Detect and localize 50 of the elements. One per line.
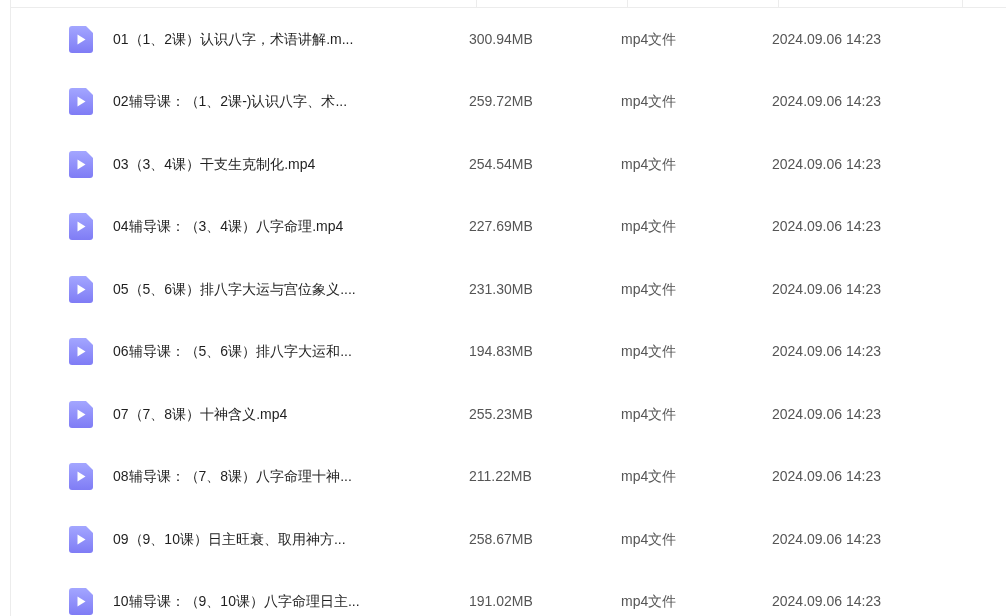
file-name[interactable]: 09（9、10课）日主旺衰、取用神方... [113,530,346,547]
video-file-icon [69,588,93,616]
file-size: 300.94MB [469,30,533,47]
file-name[interactable]: 02辅导课：（1、2课-)认识八字、术... [113,93,348,110]
file-type: mp4文件 [621,155,677,172]
file-size: 259.72MB [469,93,533,110]
file-name[interactable]: 07（7、8课）十神含义.mp4 [113,405,288,422]
video-file-icon [69,88,93,116]
file-type: mp4文件 [621,593,677,610]
file-name[interactable]: 08辅导课：（7、8课）八字命理十神... [113,468,352,485]
file-size: 194.83MB [469,343,533,360]
modified-date: 2024.09.06 14:23 [772,468,881,485]
file-size: 231.30MB [469,280,533,297]
file-type: mp4文件 [621,218,677,235]
file-size: 258.67MB [469,530,533,547]
file-type: mp4文件 [621,530,677,547]
modified-date: 2024.09.06 14:23 [772,593,881,610]
file-size: 227.69MB [469,218,533,235]
modified-date: 2024.09.06 14:23 [772,30,881,47]
file-name[interactable]: 04辅导课：（3、4课）八字命理.mp4 [113,218,344,235]
modified-date: 2024.09.06 14:23 [772,343,881,360]
file-name[interactable]: 01（1、2课）认识八字，术语讲解.m... [113,30,354,47]
file-type: mp4文件 [621,405,677,422]
modified-date: 2024.09.06 14:23 [772,280,881,297]
file-type: mp4文件 [621,280,677,297]
video-file-icon [69,338,93,366]
modified-date: 2024.09.06 14:23 [772,530,881,547]
modified-date: 2024.09.06 14:23 [772,93,881,110]
file-type: mp4文件 [621,93,677,110]
modified-date: 2024.09.06 14:23 [772,218,881,235]
file-name[interactable]: 10辅导课：（9、10课）八字命理日主... [113,593,360,610]
video-file-icon [69,525,93,553]
file-type: mp4文件 [621,343,677,360]
video-file-icon [69,150,93,178]
file-name[interactable]: 05（5、6课）排八字大运与宫位象义.... [113,280,356,297]
video-file-icon [69,25,93,53]
video-file-icon [69,463,93,491]
modified-date: 2024.09.06 14:23 [772,155,881,172]
file-size: 191.02MB [469,593,533,610]
video-file-icon [69,213,93,241]
video-file-icon [69,275,93,303]
file-size: 254.54MB [469,155,533,172]
modified-date: 2024.09.06 14:23 [772,405,881,422]
file-size: 255.23MB [469,405,533,422]
video-file-icon [69,400,93,428]
file-type: mp4文件 [621,468,677,485]
file-name[interactable]: 06辅导课：（5、6课）排八字大运和... [113,343,352,360]
file-size: 211.22MB [469,468,532,485]
file-name[interactable]: 03（3、4课）干支生克制化.mp4 [113,155,316,172]
file-type: mp4文件 [621,30,677,47]
